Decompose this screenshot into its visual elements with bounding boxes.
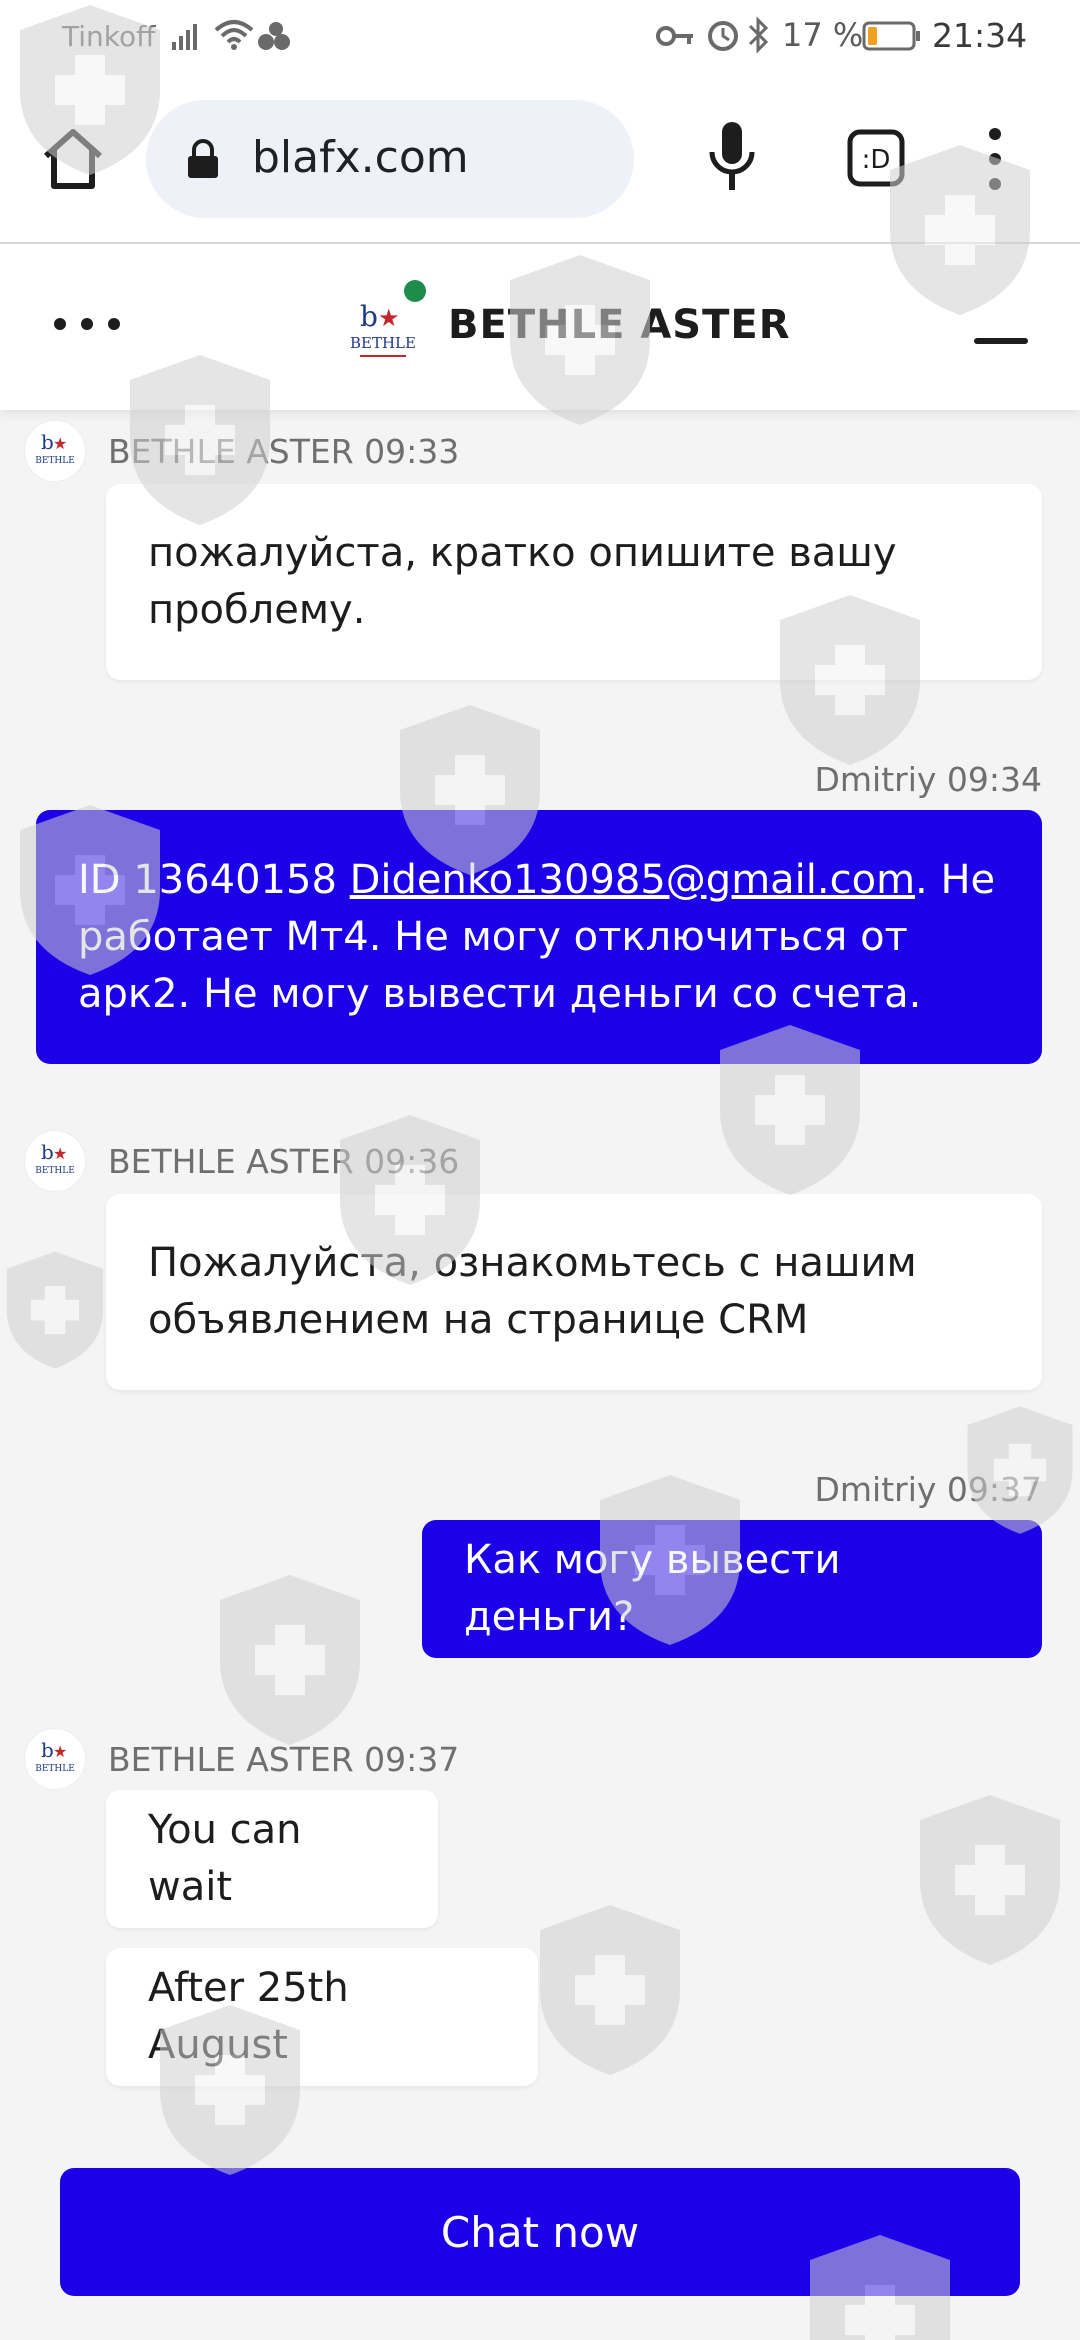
svg-text:b: b: [41, 1738, 54, 1762]
carrier-name: Tinkoff: [62, 20, 156, 53]
chat-header: b ★ BETHLE BETHLE ASTER: [0, 244, 1080, 410]
svg-text:b: b: [41, 430, 54, 454]
agent-avatar: b ★ BETHLE: [24, 420, 86, 482]
watermark-shield-icon: [920, 1795, 1060, 1965]
svg-text:BETHLE: BETHLE: [35, 456, 75, 466]
lock-icon: [188, 139, 218, 178]
email-link[interactable]: Didenko130985@gmail.com: [350, 857, 915, 903]
key-icon: [656, 26, 693, 46]
message-text: After 25th August: [148, 1965, 349, 2068]
svg-text:BETHLE: BETHLE: [35, 1764, 75, 1774]
message-text: You can wait: [148, 1807, 302, 1910]
overflow-menu-icon[interactable]: [980, 124, 1010, 194]
company-logo-icon: b ★ BETHLE: [350, 300, 416, 357]
battery-icon: [862, 21, 920, 51]
url-text: blafx.com: [252, 132, 469, 183]
tab-switcher-icon[interactable]: :D: [846, 128, 906, 188]
minimize-icon[interactable]: [974, 338, 1028, 344]
more-options-icon[interactable]: [52, 314, 122, 334]
user-message: ID 13640158 Didenko130985@gmail.com. Не …: [36, 810, 1042, 1064]
agent-message: After 25th August: [106, 1948, 538, 2086]
alarm-icon: [708, 21, 738, 51]
message-meta: BETHLE ASTER 09:36: [108, 1142, 460, 1181]
battery-percent: 17 %: [782, 16, 864, 54]
message-meta: BETHLE ASTER 09:33: [108, 432, 460, 471]
message-text: ID 13640158 Didenko130985@gmail.com. Не …: [78, 856, 996, 1017]
message-text: пожалуйста, кратко опишите вашу проблему…: [148, 530, 897, 633]
message-meta: Dmitriy 09:34: [814, 760, 1042, 799]
home-icon[interactable]: [40, 126, 106, 192]
svg-text:★: ★: [378, 304, 400, 332]
agent-avatar: b ★ BETHLE: [24, 1130, 86, 1192]
agent-message: You can wait: [106, 1790, 438, 1928]
mic-icon[interactable]: [702, 120, 762, 196]
signal-icon: [172, 24, 197, 50]
message-meta: BETHLE ASTER 09:37: [108, 1740, 460, 1779]
browser-toolbar: blafx.com :D: [0, 76, 1080, 244]
svg-text:★: ★: [53, 1742, 67, 1761]
notification-dots-icon: [258, 22, 290, 50]
wifi-icon: [214, 20, 254, 50]
status-bar: Tinkoff 17 % 21:34: [0, 0, 1080, 76]
agent-message: пожалуйста, кратко опишите вашу проблему…: [106, 484, 1042, 680]
bluetooth-icon: [748, 16, 769, 54]
svg-text::D: :D: [862, 145, 891, 175]
agent-message: Пожалуйста, ознакомьтесь с нашим объявле…: [106, 1194, 1042, 1390]
chat-now-button[interactable]: Chat now: [60, 2168, 1020, 2296]
svg-text:BETHLE: BETHLE: [350, 334, 416, 352]
watermark-shield-icon: [6, 1251, 104, 1369]
address-bar[interactable]: blafx.com: [146, 100, 634, 218]
agent-avatar: b ★ BETHLE: [24, 1728, 86, 1790]
svg-text:★: ★: [53, 434, 67, 453]
message-text: Пожалуйста, ознакомьтесь с нашим объявле…: [148, 1240, 917, 1343]
message-text: Как могу вывести деньги?: [464, 1537, 841, 1640]
message-meta: Dmitriy 09:37: [814, 1470, 1042, 1509]
clock: 21:34: [932, 16, 1028, 55]
svg-text:BETHLE: BETHLE: [35, 1166, 75, 1176]
user-message: Как могу вывести деньги?: [422, 1520, 1042, 1658]
svg-text:b: b: [360, 300, 378, 333]
online-status-indicator: [404, 280, 426, 302]
watermark-shield-icon: [540, 1905, 680, 2075]
svg-text:★: ★: [53, 1144, 67, 1163]
svg-text:b: b: [41, 1140, 54, 1164]
chat-title: BETHLE ASTER: [448, 302, 791, 348]
watermark-shield-icon: [220, 1575, 360, 1745]
